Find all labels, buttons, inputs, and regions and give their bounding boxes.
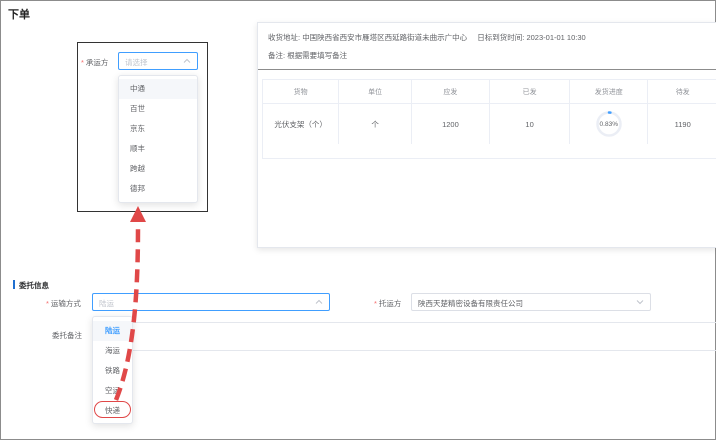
annotation-arrow (113, 206, 146, 401)
arrow-head-icon (130, 206, 146, 222)
